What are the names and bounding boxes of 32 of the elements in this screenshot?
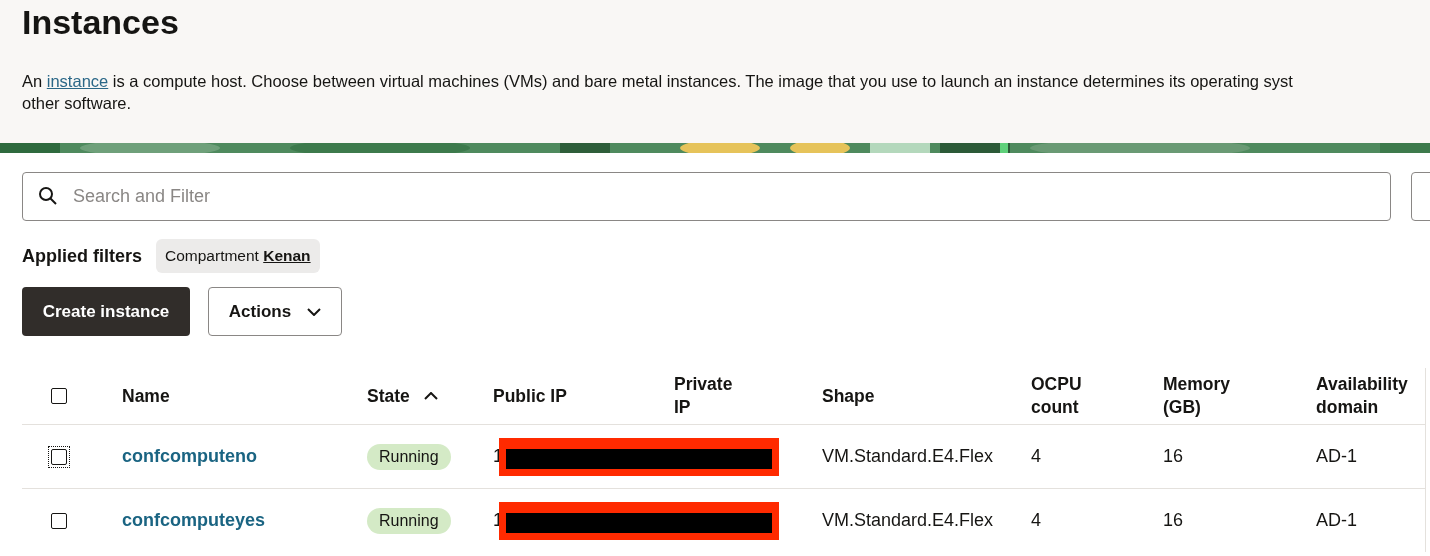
applied-filters-label: Applied filters xyxy=(22,245,142,267)
instance-link[interactable]: instance xyxy=(46,72,109,90)
row-checkbox[interactable] xyxy=(51,512,67,529)
column-header[interactable]: OCPU count xyxy=(1031,373,1108,419)
select-all-checkbox[interactable] xyxy=(51,388,67,404)
table-cell: 16 xyxy=(1163,510,1184,531)
description-text: An instance is a compute host. Choose between virtual machines (VMs) and bare metal instances. The image that you use to launch an instance determines its operating syst other software. xyxy=(22,71,1293,114)
table-cell: VM.Standard.E4.Flex xyxy=(822,446,994,467)
column-header[interactable]: Availability domain xyxy=(1316,373,1408,419)
column-header[interactable]: State xyxy=(367,384,410,408)
table-cell: 4 xyxy=(1031,510,1041,531)
state-badge: Running xyxy=(367,443,451,470)
state-badge: Running xyxy=(367,507,451,534)
table-cell: 16 xyxy=(1163,446,1184,467)
chevron-down-icon xyxy=(307,307,322,316)
column-header[interactable]: Public IP xyxy=(493,384,567,408)
instance-name-link[interactable]: confcomputeyes xyxy=(122,510,266,531)
page-title: Instances xyxy=(22,2,179,42)
table-cell: VM.Standard.E4.Flex xyxy=(822,510,994,531)
table-cell: 4 xyxy=(1031,446,1041,467)
filter-chip[interactable]: Compartment Kenan xyxy=(156,239,320,273)
search-field[interactable]: Search and Filter xyxy=(22,172,1391,221)
table-cell: AD-1 xyxy=(1316,446,1357,467)
table-cell: AD-1 xyxy=(1316,510,1357,531)
column-header[interactable]: Name xyxy=(122,384,170,408)
search-icon xyxy=(38,186,58,206)
actions-button[interactable]: Actions xyxy=(208,287,342,336)
create-instance-button[interactable]: Create instance xyxy=(22,287,190,336)
column-header[interactable]: Shape xyxy=(822,384,875,408)
column-header[interactable]: Memory (GB) xyxy=(1163,373,1240,419)
instance-name-link[interactable]: confcomputeno xyxy=(122,446,257,467)
column-header[interactable]: Private IP xyxy=(674,373,751,419)
